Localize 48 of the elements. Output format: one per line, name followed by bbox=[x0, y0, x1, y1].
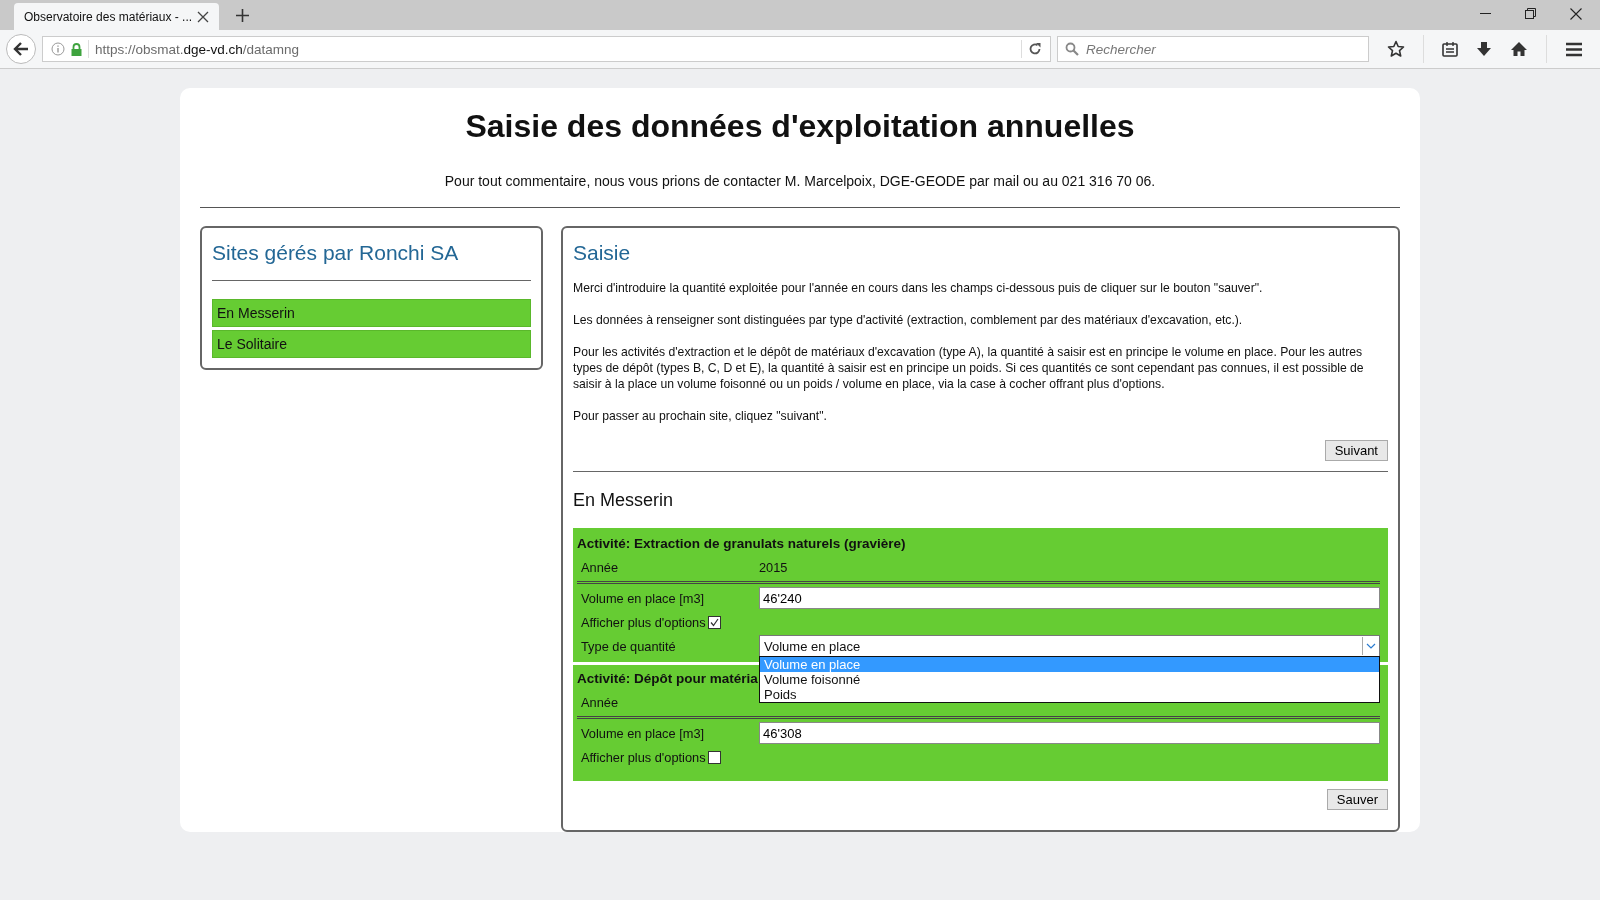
download-icon[interactable] bbox=[1476, 41, 1492, 57]
address-bar[interactable]: https://obsmat.dge-vd.ch/datamng bbox=[42, 36, 1051, 62]
contact-text: Pour tout commentaire, nous vous prions de contacter M. Marcelpoix, DGE-GEODE par mail ou au 021 316 70 06. bbox=[443, 173, 1157, 189]
next-button[interactable]: Suivant bbox=[1324, 440, 1388, 461]
activity-title: Activité: Dépôt pour matéria bbox=[577, 670, 758, 688]
panel-heading: Sites gérés par Ronchi SA bbox=[212, 241, 460, 265]
field-label: Volume en place [m3] bbox=[581, 590, 706, 606]
options-checkbox[interactable] bbox=[707, 750, 721, 764]
year-value: 2015 bbox=[759, 559, 788, 575]
back-arrow-icon bbox=[13, 41, 29, 57]
dropdown-option[interactable]: Poids bbox=[760, 687, 1379, 702]
close-icon[interactable] bbox=[197, 10, 209, 23]
options-checkbox[interactable] bbox=[707, 615, 721, 629]
instruction-text: Merci d'introduire la quantité exploitée pour l'année en cours dans les champs ci-dessous puis de cliquer sur le bouton "sauver". bbox=[573, 280, 1264, 296]
dropdown-option[interactable]: Volume foisonné bbox=[760, 672, 1379, 687]
page-title: Saisie des données d'exploitation annuelles bbox=[464, 108, 1136, 145]
field-label: Afficher plus d'options bbox=[581, 614, 706, 630]
quantity-type-dropdown[interactable]: Volume en place bbox=[759, 635, 1380, 657]
back-button[interactable] bbox=[6, 34, 36, 64]
search-icon bbox=[1065, 42, 1079, 56]
new-tab-icon[interactable] bbox=[236, 9, 249, 22]
field-label: Volume en place [m3] bbox=[581, 725, 706, 741]
field-label: Année bbox=[581, 694, 619, 710]
reading-list-icon[interactable] bbox=[1442, 41, 1458, 57]
close-icon[interactable] bbox=[1570, 8, 1582, 20]
site-item[interactable]: Le Solitaire bbox=[212, 330, 531, 358]
panel-heading: Saisie bbox=[573, 241, 632, 265]
home-icon[interactable] bbox=[1510, 41, 1528, 57]
field-label: Afficher plus d'options bbox=[581, 749, 706, 765]
save-button[interactable]: Sauver bbox=[1326, 789, 1388, 810]
site-item[interactable]: En Messerin bbox=[212, 299, 531, 327]
field-label: Type de quantité bbox=[581, 638, 677, 654]
instruction-text: Les données à renseigner sont distinguées par type d'activité (extraction, comblement par des matériaux d'excavation, etc.). bbox=[573, 312, 1244, 328]
volume-field[interactable]: 46'240 bbox=[759, 587, 1380, 609]
volume-field[interactable]: 46'308 bbox=[759, 722, 1380, 744]
restore-icon[interactable] bbox=[1525, 8, 1536, 19]
browser-tab[interactable]: Observatoire des matériaux - ... bbox=[14, 3, 219, 30]
instruction-text: Pour passer au prochain site, cliquez "suivant". bbox=[573, 408, 828, 424]
field-label: Année bbox=[581, 559, 619, 575]
site-name: En Messerin bbox=[573, 490, 675, 511]
star-icon[interactable] bbox=[1387, 40, 1405, 58]
reload-icon[interactable] bbox=[1028, 42, 1042, 56]
activity-title: Activité: Extraction de granulats naturels (gravière) bbox=[577, 535, 906, 553]
instruction-text: Pour les activités d'extraction et le dépôt de matériaux d'excavation (type A), la quantité à saisir est en principe le volume en place. Pour les autres types de dépôt (types B, C, D et E), la quantité à saisir est en principe un poids. Si ces quantités ce sont cependant pas connues, il est possible de saisir à la place un volume foisonné ou un poids / volume en place, via la case à cocher offrant plus d'options. bbox=[573, 344, 1365, 392]
menu-icon[interactable] bbox=[1565, 41, 1583, 57]
url-text[interactable]: https://obsmat.dge-vd.ch/datamng bbox=[95, 41, 1015, 57]
search-field[interactable]: Rechercher bbox=[1057, 36, 1369, 62]
lock-icon bbox=[71, 42, 82, 56]
